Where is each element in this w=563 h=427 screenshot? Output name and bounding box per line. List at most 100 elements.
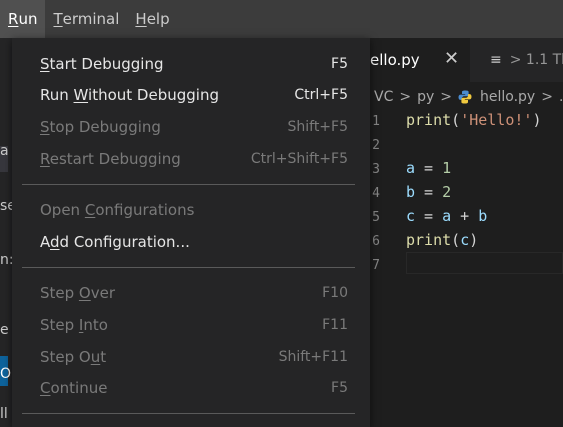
code-token: c [460,231,470,249]
code-line[interactable]: a = 1 [406,156,451,180]
sidebar-text-fragment: se [0,198,12,214]
code-token: ) [532,111,542,129]
editor-tabs: ello.py ✕ ≡ > 1.1 Th [370,38,563,82]
menu-item-label: Step Into [40,316,108,334]
menu-run[interactable]: Run [0,0,46,38]
code-token: ( [451,231,461,249]
line-number: 5 [372,210,380,225]
code-token: = [415,159,443,177]
code-token: b [406,183,416,201]
menu-separator [22,184,355,185]
menu-item-continue[interactable]: Continue F5 [40,376,348,400]
close-icon[interactable]: ✕ [444,48,459,69]
menu-terminal-mnemonic: T [53,10,63,28]
menu-help-label: elp [146,10,170,28]
shortcut: Ctrl+F5 [294,87,348,103]
tab-label: ello.py [370,51,420,69]
shortcut: Shift+F11 [278,349,348,365]
code-token: = [415,183,443,201]
label-part: ver [90,284,116,302]
code-token: 2 [442,183,452,201]
shortcut: Shift+F5 [287,119,348,135]
code-token: 1 [442,159,452,177]
python-file-icon [458,90,472,104]
line-number: 1 [372,114,380,129]
code-line[interactable]: print(c) [406,228,478,252]
code-token: c [406,207,416,225]
code-token: print [406,231,452,249]
code-token: + [451,207,479,225]
mnemonic: S [40,118,50,136]
code-token: ( [451,111,461,129]
menu-item-label: Continue [40,379,107,397]
tab-hello-py[interactable]: ello.py ✕ [370,38,470,82]
code-token: a [406,159,416,177]
label-part: A [40,233,50,251]
label-part: tart Debugging [49,55,164,73]
shortcut: F11 [322,317,348,333]
mnemonic: C [40,379,51,397]
menu-terminal-label: erminal [62,10,120,28]
menu-item-start-debugging[interactable]: Start Debugging F5 [40,52,348,76]
line-number: 2 [372,138,380,153]
chevron-right-icon: > [399,89,412,105]
label-part: t [100,348,107,366]
code-line[interactable]: c = a + b [406,204,487,228]
tab-markdown-preview[interactable]: ≡ > 1.1 Th [490,38,563,82]
editor-area: ello.py ✕ ≡ > 1.1 Th VC > py > hello.py … [370,38,563,427]
label-part: estart Debugging [49,150,181,168]
breadcrumb-more[interactable]: ... [559,89,563,105]
menu-separator [22,413,355,414]
menu-item-restart-debugging[interactable]: Restart Debugging Ctrl+Shift+F5 [40,147,348,171]
code-token: ) [469,231,479,249]
code-token: b [478,207,488,225]
breadcrumb-file[interactable]: hello.py [480,89,535,105]
mnemonic: R [40,150,50,168]
shortcut: F5 [331,380,348,396]
menu-terminal[interactable]: Terminal [45,0,127,38]
menu-help[interactable]: Help [127,0,177,38]
menu-item-run-without-debugging[interactable]: Run Without Debugging Ctrl+F5 [40,83,348,107]
menu-separator [22,267,355,268]
menu-item-label: Stop Debugging [40,118,161,136]
menu-item-label: Open Configurations [40,201,194,219]
line-number: 6 [372,234,380,249]
mnemonic: W [73,86,89,104]
menu-item-step-out[interactable]: Step Out Shift+F11 [40,345,348,369]
label-part: Step [40,316,79,334]
mnemonic: S [40,55,50,73]
menu-item-stop-debugging[interactable]: Stop Debugging Shift+F5 [40,115,348,139]
menu-item-label: Step Over [40,284,115,302]
breadcrumb-folder[interactable]: py [417,89,434,105]
menu-item-add-configuration[interactable]: Add Configuration... [40,230,348,254]
menu-item-label: Run Without Debugging [40,86,219,104]
list-icon: ≡ [490,52,502,68]
menu-item-step-over[interactable]: Step Over F10 [40,281,348,305]
menu-item-label: Start Debugging [40,55,163,73]
code-line[interactable]: b = 2 [406,180,451,204]
sidebar-text-fragment: a [0,143,9,159]
line-number: 3 [372,162,380,177]
menu-item-label: Step Out [40,348,106,366]
mnemonic: O [78,284,91,302]
current-line-highlight [406,252,563,274]
tab-label: > 1.1 Th [509,52,563,68]
mnemonic: u [90,348,101,366]
label-part: ithout Debugging [88,86,219,104]
sidebar-text-fragment: e [0,322,9,338]
menu-help-mnemonic: H [135,10,147,28]
breadcrumb-folder[interactable]: VC [374,89,393,105]
code-token: 'Hello!' [460,111,533,129]
menubar: Run Terminal Help [0,0,563,38]
menu-item-step-into[interactable]: Step Into F11 [40,313,348,337]
menu-item-label: Restart Debugging [40,150,181,168]
label-part: Run [40,86,74,104]
breadcrumb: VC > py > hello.py > ... [374,86,563,108]
label-part: Step O [40,348,91,366]
code-line[interactable]: print('Hello!') [406,108,541,132]
code-token: a [442,207,452,225]
code-token: print [406,111,452,129]
menu-item-open-configurations[interactable]: Open Configurations [40,198,348,222]
shortcut: F5 [331,56,348,72]
run-menu-dropdown: Start Debugging F5 Run Without Debugging… [12,38,370,427]
